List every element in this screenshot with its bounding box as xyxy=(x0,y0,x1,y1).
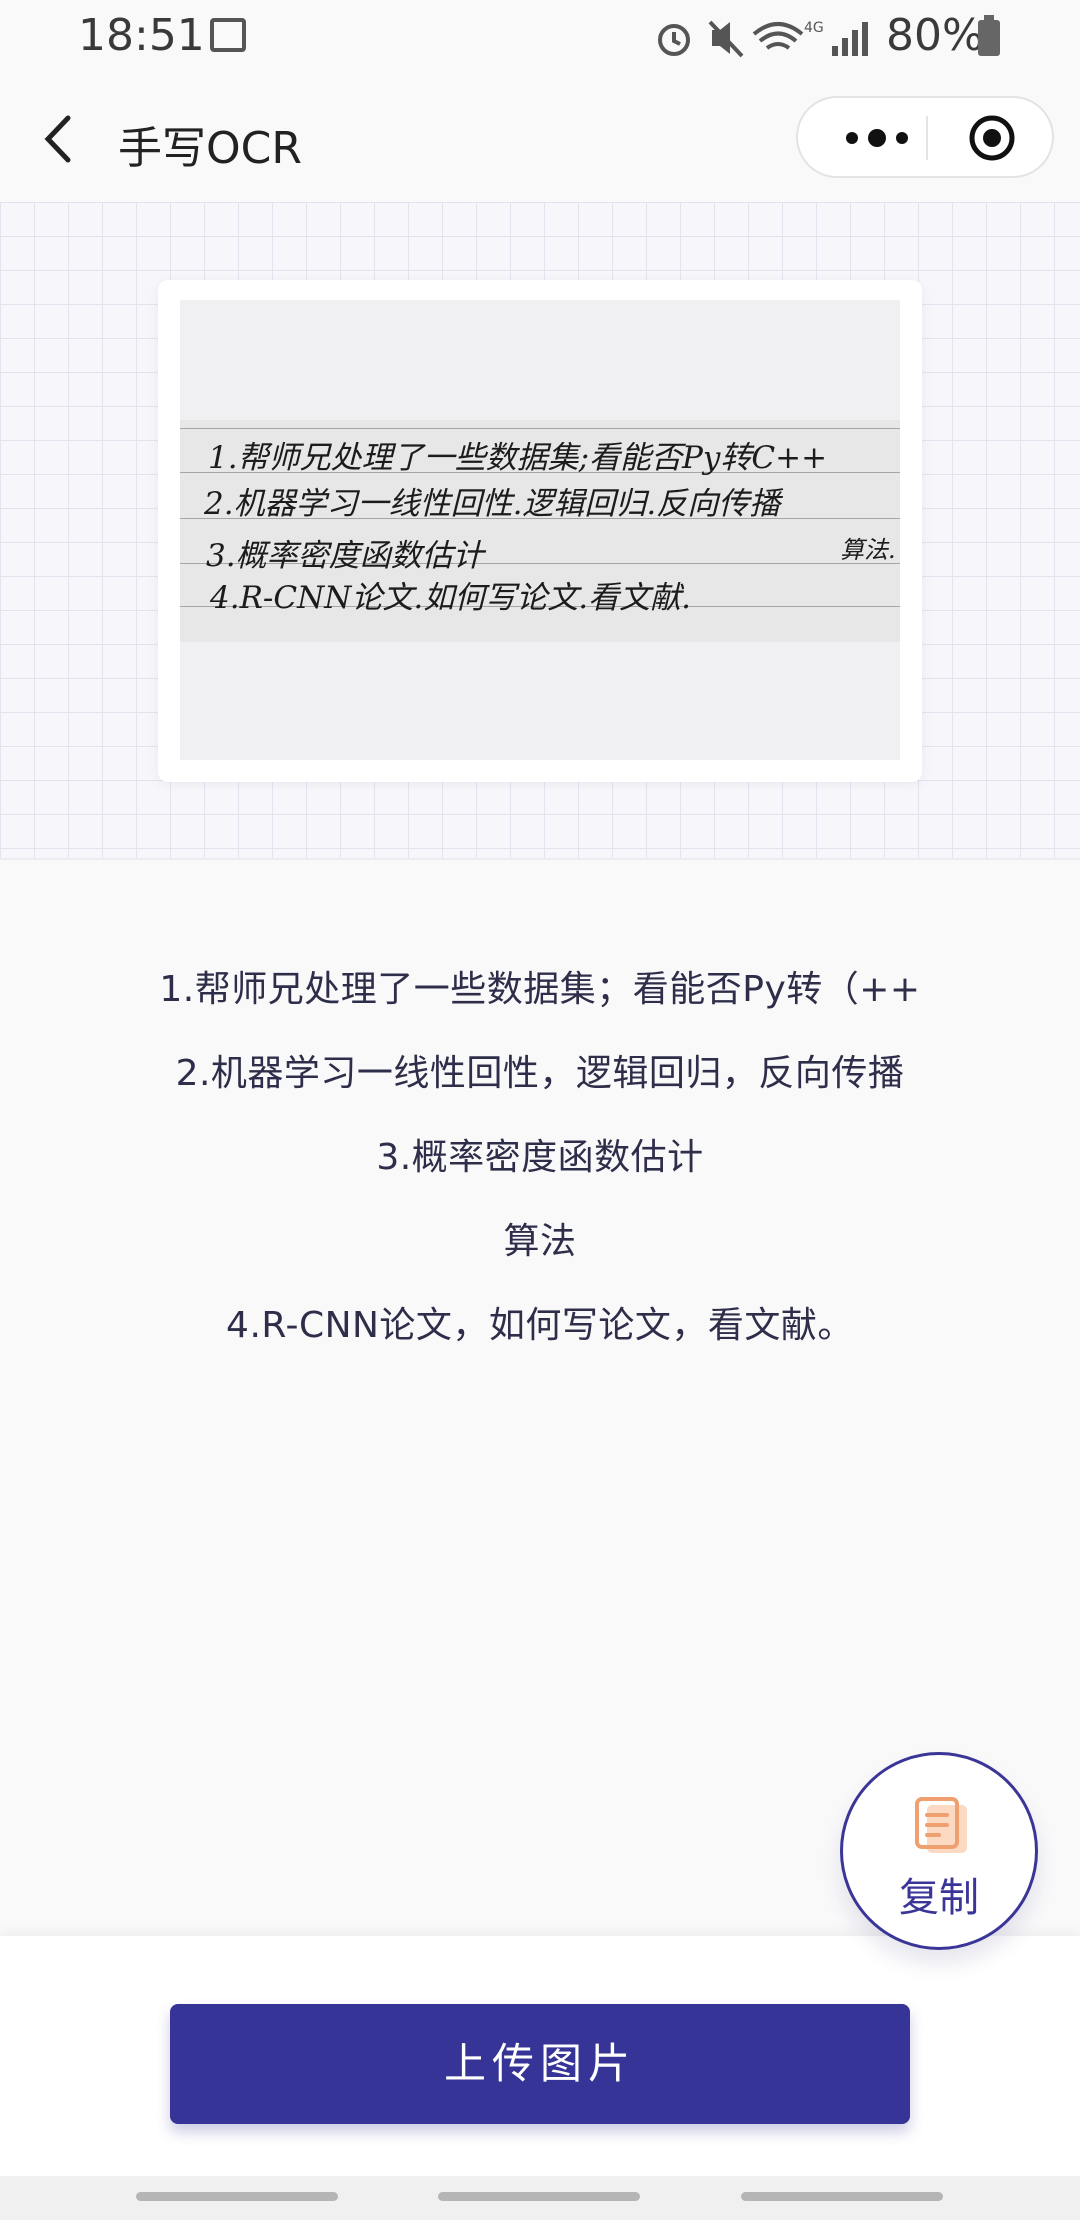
result-line: 1.帮师兄处理了一些数据集；看能否Py转（++ xyxy=(159,969,921,1010)
copy-button[interactable]: 复制 xyxy=(840,1752,1038,1950)
paper-rule xyxy=(180,428,900,429)
result-line: 4.R-CNN论文，如何写论文，看文献。 xyxy=(226,1305,854,1346)
copy-document-icon xyxy=(915,1797,967,1853)
image-preview-area: 1.帮师兄处理了一些数据集;看能否Py转C++ 2.机器学习一线性回性.逻辑回归… xyxy=(0,202,1080,860)
nav-indicator[interactable] xyxy=(136,2192,338,2201)
capsule-divider xyxy=(926,116,928,160)
page-title: 手写OCR xyxy=(118,123,302,174)
battery-percent: 80% xyxy=(886,10,984,61)
image-frame: 1.帮师兄处理了一些数据集;看能否Py转C++ 2.机器学习一线性回性.逻辑回归… xyxy=(180,300,900,760)
handwritten-line: 算法. xyxy=(840,536,896,564)
title-bar: 手写OCR xyxy=(0,76,1080,202)
upload-image-button[interactable]: 上传图片 xyxy=(170,2004,910,2124)
result-line: 2.机器学习一线性回性，逻辑回归，反向传播 xyxy=(175,1053,905,1094)
target-icon[interactable] xyxy=(968,114,1016,162)
ocr-result: 1.帮师兄处理了一些数据集；看能否Py转（++ 2.机器学习一线性回性，逻辑回归… xyxy=(0,948,1080,1368)
result-line: 算法 xyxy=(503,1221,577,1262)
alarm-icon xyxy=(658,24,690,56)
image-card[interactable]: 1.帮师兄处理了一些数据集;看能否Py转C++ 2.机器学习一线性回性.逻辑回归… xyxy=(158,280,922,782)
handwritten-line: 2.机器学习一线性回性.逻辑回归.反向传播 xyxy=(204,486,781,522)
system-nav-bar xyxy=(0,2176,1080,2220)
image-icon xyxy=(210,18,246,52)
mini-program-capsule xyxy=(796,96,1054,178)
mute-icon xyxy=(708,20,744,58)
status-bar: 18:51 4G 80% xyxy=(0,0,1080,76)
network-type: 4G xyxy=(804,20,824,36)
handwritten-photo: 1.帮师兄处理了一些数据集;看能否Py转C++ 2.机器学习一线性回性.逻辑回归… xyxy=(180,420,900,642)
handwritten-line: 4.R-CNN论文.如何写论文.看文献. xyxy=(210,580,691,616)
copy-button-label: 复制 xyxy=(899,1875,979,1921)
handwritten-line: 1.帮师兄处理了一些数据集;看能否Py转C++ xyxy=(208,440,828,476)
back-icon[interactable] xyxy=(40,114,80,164)
bottom-panel: 上传图片 xyxy=(0,1936,1080,2176)
handwritten-line: 3.概率密度函数估计 xyxy=(206,538,484,574)
nav-indicator[interactable] xyxy=(438,2192,640,2201)
more-dots-icon[interactable] xyxy=(834,118,920,158)
result-line: 3.概率密度函数估计 xyxy=(376,1137,704,1178)
status-icons: 4G xyxy=(658,20,868,58)
signal-icon xyxy=(832,22,868,56)
wifi-icon xyxy=(752,22,804,50)
battery-icon xyxy=(978,15,1000,56)
nav-indicator[interactable] xyxy=(741,2192,943,2201)
status-time: 18:51 xyxy=(78,10,205,61)
